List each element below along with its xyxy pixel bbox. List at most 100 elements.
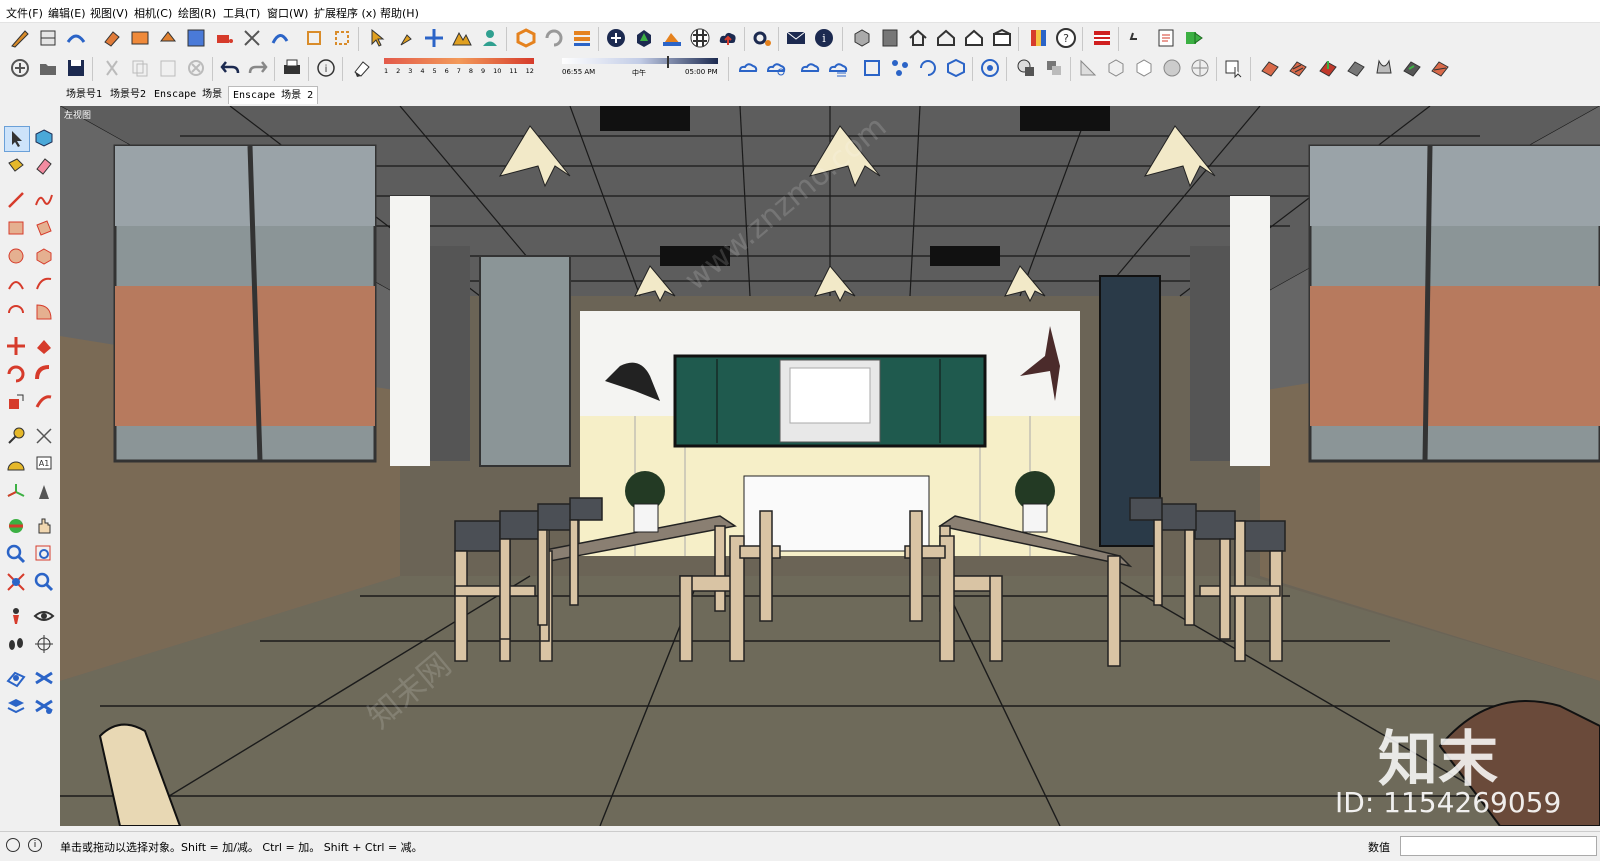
select-box-icon[interactable] <box>860 56 884 80</box>
two-point-arc-tool-icon[interactable] <box>32 272 56 296</box>
measurement-input[interactable] <box>1400 836 1597 856</box>
print-icon[interactable] <box>280 56 304 80</box>
info-circle-icon[interactable]: i <box>812 26 836 50</box>
tree-icon[interactable] <box>632 26 656 50</box>
rectangle-tool-icon[interactable] <box>4 216 28 240</box>
shadow-month-slider[interactable]: 1 2 3 4 5 6 7 8 9 10 11 12 <box>384 56 534 80</box>
rotate-icon[interactable] <box>268 26 292 50</box>
help-circle-icon[interactable]: ? <box>1054 26 1078 50</box>
status-info-icon[interactable] <box>6 838 20 852</box>
push-pull-icon[interactable] <box>156 26 180 50</box>
zoom-tool-icon[interactable] <box>4 542 28 566</box>
arc-tool-icon[interactable] <box>4 272 28 296</box>
menu-view[interactable]: 视图(V) <box>90 5 128 21</box>
shadow-toggle-icon[interactable] <box>350 56 374 80</box>
pin-icon[interactable] <box>394 26 418 50</box>
menu-tools[interactable]: 工具(T) <box>223 5 260 21</box>
axes-tool-icon[interactable] <box>4 480 28 504</box>
menu-help[interactable]: 帮助(H) <box>380 5 419 21</box>
make-component-icon[interactable] <box>32 126 56 150</box>
orbit-tool-icon[interactable] <box>4 514 28 538</box>
document-list-icon[interactable] <box>1154 26 1178 50</box>
section-plane-icon[interactable] <box>1014 56 1038 80</box>
paste-icon[interactable] <box>156 56 180 80</box>
save-icon[interactable] <box>64 56 88 80</box>
circle-tool-icon[interactable] <box>4 244 28 268</box>
cloud-sync-icon[interactable] <box>798 56 822 80</box>
menu-draw[interactable]: 绘图(R) <box>178 5 216 21</box>
add-circle-icon[interactable] <box>604 26 628 50</box>
scene-tab-2[interactable]: 场景号2 <box>106 86 150 103</box>
select-arrow-icon[interactable] <box>366 26 390 50</box>
walk-tool-icon[interactable] <box>4 632 28 656</box>
open-folder-icon[interactable] <box>36 56 60 80</box>
time-slider-thumb[interactable] <box>667 56 669 68</box>
cursor-box-icon[interactable] <box>1222 56 1246 80</box>
sandbox-contours-icon[interactable] <box>1258 56 1282 80</box>
menu-edit[interactable]: 编辑(E) <box>48 5 86 21</box>
cloud-share-icon[interactable] <box>764 56 788 80</box>
tape-measure-tool-icon[interactable] <box>4 424 28 448</box>
follow-me-tool-icon[interactable] <box>32 362 56 386</box>
three-point-arc-tool-icon[interactable] <box>4 300 28 324</box>
model-info-icon[interactable]: i <box>314 56 338 80</box>
pencil-icon[interactable] <box>8 26 32 50</box>
offset-tool-icon[interactable] <box>32 390 56 414</box>
rectangle-icon[interactable] <box>128 26 152 50</box>
undo-icon[interactable] <box>218 56 242 80</box>
offset-icon[interactable] <box>184 26 208 50</box>
shadow-time-slider[interactable]: 06:55 AM 中午 05:00 PM <box>562 56 718 80</box>
sandbox-scratch-icon[interactable] <box>1286 56 1310 80</box>
new-file-icon[interactable] <box>8 56 32 80</box>
move-tool-icon[interactable] <box>4 334 28 358</box>
terrain-icon[interactable] <box>450 26 474 50</box>
refresh-check-icon[interactable] <box>916 56 940 80</box>
drape-icon[interactable] <box>1372 56 1396 80</box>
cube-outline-icon[interactable] <box>944 56 968 80</box>
dimension-tool-icon[interactable] <box>32 424 56 448</box>
scene-tab-4[interactable]: Enscape 场景 2 <box>228 86 319 104</box>
eraser-tool-icon[interactable] <box>32 154 56 178</box>
protractor-tool-icon[interactable] <box>4 452 28 476</box>
textured-icon[interactable] <box>1188 56 1212 80</box>
model-viewport[interactable]: 左视图 知末 ID: 1154269059 www.znzmo.com 知末网 <box>60 106 1600 826</box>
paint-bucket-icon[interactable] <box>212 26 236 50</box>
mail-icon[interactable] <box>784 26 808 50</box>
tape-measure-icon[interactable] <box>36 26 60 50</box>
refresh-icon[interactable] <box>542 26 566 50</box>
menu-extensions[interactable]: 扩展程序 (x) <box>314 5 377 21</box>
house-back-icon[interactable] <box>990 26 1014 50</box>
cloud-upload-icon[interactable] <box>716 26 740 50</box>
pan-tool-icon[interactable] <box>32 514 56 538</box>
copy-icon[interactable] <box>128 56 152 80</box>
user-icon[interactable] <box>478 26 502 50</box>
hidden-line-icon[interactable] <box>1132 56 1156 80</box>
redo-icon[interactable] <box>246 56 270 80</box>
line-tool-icon[interactable] <box>4 188 28 212</box>
follow-me-icon[interactable] <box>64 26 88 50</box>
checker-sphere-icon[interactable] <box>688 26 712 50</box>
house-right-icon[interactable] <box>962 26 986 50</box>
layers-stack-icon[interactable] <box>570 26 594 50</box>
solid-split-tool-icon[interactable] <box>32 694 56 718</box>
look-around-tool-icon[interactable] <box>32 604 56 628</box>
solid-union-tool-icon[interactable] <box>32 666 56 690</box>
browser-icon[interactable] <box>978 56 1002 80</box>
polygon-tool-icon[interactable] <box>32 244 56 268</box>
pie-tool-icon[interactable] <box>32 300 56 324</box>
paint-bucket-tool-icon[interactable] <box>4 154 28 178</box>
stamp-icon[interactable] <box>1344 56 1368 80</box>
undo-arrow-icon[interactable] <box>1126 26 1150 50</box>
cube-orange-icon[interactable] <box>514 26 538 50</box>
export-green-icon[interactable] <box>1182 26 1206 50</box>
house-front-icon[interactable] <box>934 26 958 50</box>
rotate-tool-icon[interactable] <box>4 362 28 386</box>
scissors-icon[interactable] <box>240 26 264 50</box>
eraser-icon[interactable] <box>100 26 124 50</box>
text-tool-icon[interactable]: A1 <box>32 452 56 476</box>
component-icon[interactable] <box>302 26 326 50</box>
3d-text-tool-icon[interactable] <box>32 480 56 504</box>
previous-view-tool-icon[interactable] <box>32 570 56 594</box>
smoove-icon[interactable] <box>1316 56 1340 80</box>
add-detail-icon[interactable] <box>1400 56 1424 80</box>
